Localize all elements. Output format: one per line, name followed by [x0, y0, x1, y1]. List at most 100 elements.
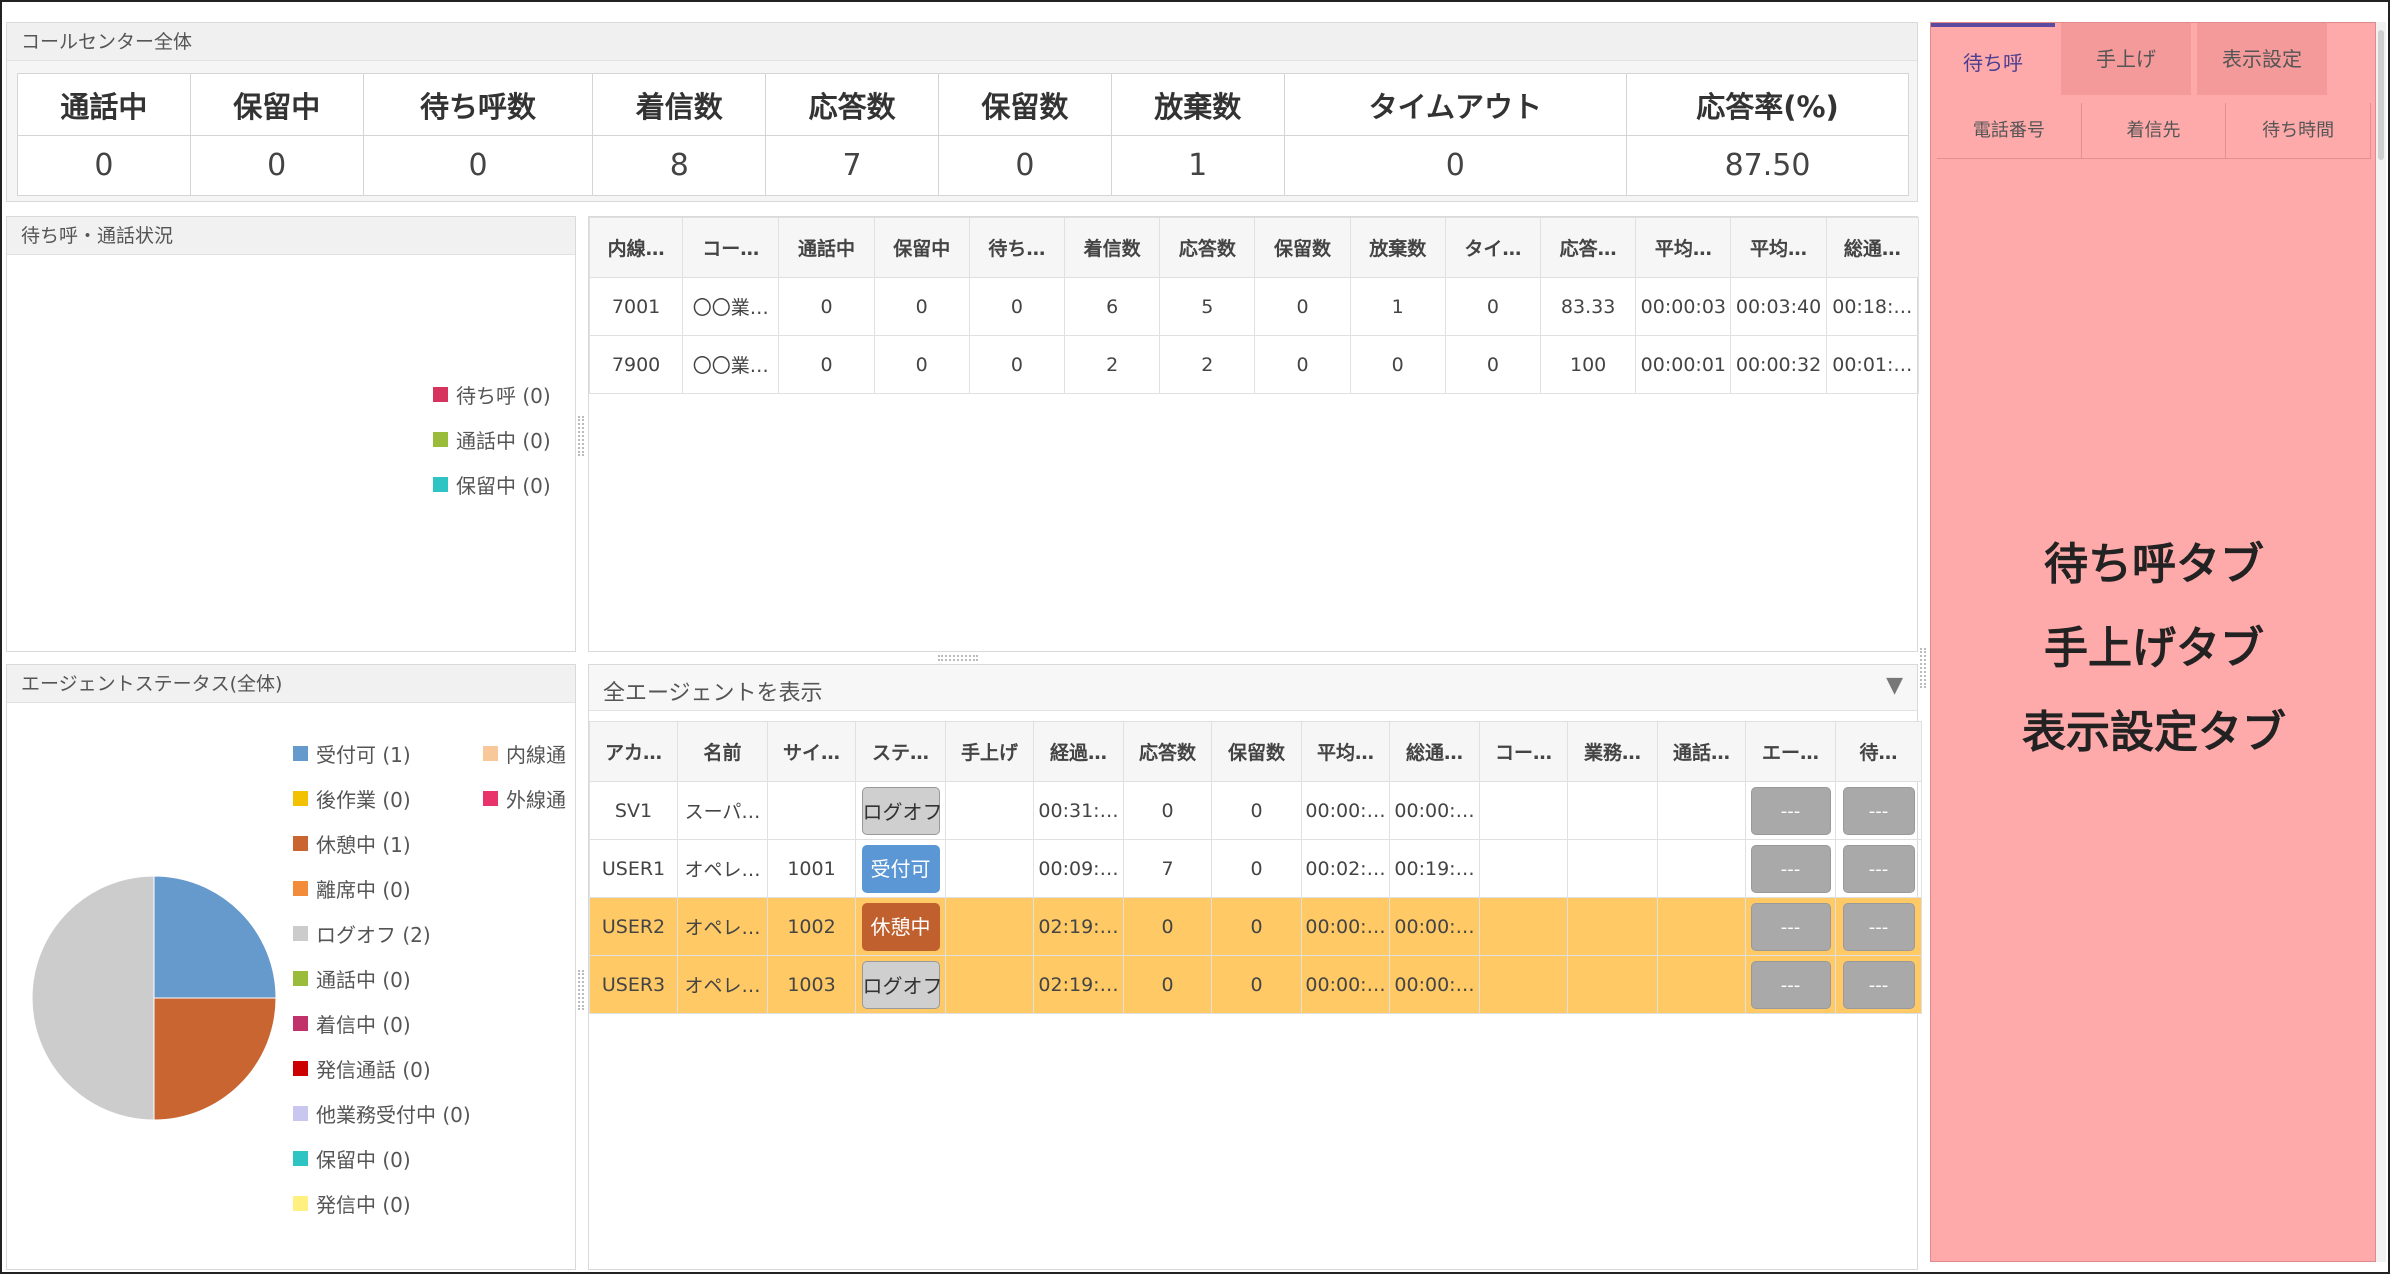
column-header[interactable]: 平均… [1730, 217, 1827, 278]
column-header[interactable]: 着信数 [1064, 217, 1161, 278]
legend-item-talking[interactable]: 通話中 (0) [433, 417, 551, 462]
column-header[interactable]: 平均… [1301, 721, 1390, 782]
legend-item[interactable]: 休憩中 (1) [293, 821, 471, 866]
agent-raise-hand [945, 955, 1034, 1014]
table-row[interactable]: 7900 〇〇業… 0 0 0 2 2 0 0 0 100 00:00:01 0… [588, 335, 1920, 394]
agent-wait-button[interactable]: --- [1842, 960, 1915, 1009]
agent-avg: 00:00:… [1301, 897, 1390, 956]
vertical-splitter-handle[interactable] [1920, 648, 1926, 688]
legend-item[interactable]: 着信中 (0) [293, 1001, 471, 1046]
column-header[interactable]: 手上げ [945, 721, 1034, 782]
scrollbar-thumb[interactable] [2378, 30, 2384, 160]
column-header[interactable]: 応答数 [1159, 217, 1256, 278]
agent-row[interactable]: USER3 オペレ… 1003 ログオフ 02:19:… 0 0 00:00:…… [589, 955, 1922, 1014]
annotation-line: 手上げタブ [2044, 623, 2264, 674]
pie-slice-休憩中[interactable] [153, 997, 277, 1121]
column-header[interactable]: 保留数 [1254, 217, 1351, 278]
tab-display-settings[interactable]: 表示設定 [2197, 23, 2327, 95]
column-header[interactable]: コー… [682, 217, 780, 278]
column-header[interactable]: 放棄数 [1349, 217, 1446, 278]
column-header[interactable]: 経過… [1033, 721, 1124, 782]
summary-header: 応答数 [765, 73, 939, 136]
legend-item[interactable]: 通話中 (0) [293, 956, 471, 1001]
pie-slice-ログオフ[interactable] [31, 875, 155, 1121]
agent-action-button[interactable]: --- [1750, 902, 1831, 951]
agent-wait-button[interactable]: --- [1842, 844, 1915, 893]
agent-filter-select[interactable]: 全エージェントを表示 ▼ [589, 665, 1917, 711]
legend-item[interactable]: ログオフ (2) [293, 911, 471, 956]
vertical-splitter-handle[interactable] [578, 416, 584, 456]
legend-item-waiting[interactable]: 待ち呼 (0) [433, 372, 551, 417]
column-header[interactable]: 保留中 [873, 217, 970, 278]
column-header[interactable]: 通話… [1657, 721, 1746, 782]
column-header[interactable]: 着信先 [2082, 103, 2227, 158]
horizontal-splitter-handle[interactable] [938, 655, 978, 661]
legend-item[interactable]: 発信中 (0) [293, 1181, 471, 1226]
legend-label: 通話中 (0) [456, 429, 551, 453]
column-header[interactable]: 応答… [1540, 217, 1637, 278]
tab-raise-hand[interactable]: 手上げ [2061, 23, 2191, 95]
tab-waiting-calls[interactable]: 待ち呼 [1931, 23, 2055, 95]
status-badge[interactable]: ログオフ [861, 960, 943, 1009]
pie-slice-受付可[interactable] [153, 875, 277, 999]
legend-item[interactable]: 後作業 (0) [293, 776, 471, 821]
legend-item[interactable]: 離席中 (0) [293, 866, 471, 911]
column-header[interactable]: 内線… [588, 217, 684, 278]
column-header[interactable]: 総通… [1825, 217, 1920, 278]
column-header[interactable]: 平均… [1635, 217, 1732, 278]
legend-item[interactable]: 外線通 [483, 776, 573, 821]
agent-action-button[interactable]: --- [1750, 844, 1831, 893]
agent-row[interactable]: SV1 スーパ… ログオフ 00:31:… 0 0 00:00:… 00:00:… [589, 781, 1922, 840]
status-badge[interactable]: ログオフ [861, 786, 943, 835]
column-header[interactable]: エー… [1745, 721, 1836, 782]
table-row[interactable]: 7001 〇〇業… 0 0 0 6 5 0 1 0 83.33 00:00:03… [588, 277, 1920, 336]
column-header[interactable]: 待ち… [968, 217, 1066, 278]
table-cell: 0 [1254, 277, 1351, 336]
column-header[interactable]: 電話番号 [1937, 103, 2082, 158]
column-header[interactable]: 応答数 [1123, 721, 1212, 782]
table-cell [1657, 839, 1746, 898]
legend-label: 他業務受付中 (0) [316, 1103, 471, 1127]
summary-value: 7 [765, 135, 939, 196]
legend-item[interactable]: 他業務受付中 (0) [293, 1091, 471, 1136]
agent-action-button[interactable]: --- [1750, 786, 1831, 835]
column-header[interactable]: コー… [1479, 721, 1568, 782]
agent-avg: 00:02:… [1301, 839, 1390, 898]
column-header[interactable]: タイ… [1444, 217, 1542, 278]
column-header[interactable]: 総通… [1389, 721, 1480, 782]
scrollbar-track[interactable] [2376, 22, 2386, 1262]
vertical-splitter-handle[interactable] [578, 970, 584, 1010]
column-header[interactable]: 業務… [1567, 721, 1658, 782]
legend-item[interactable]: 受付可 (1) [293, 731, 471, 776]
column-header[interactable]: 待… [1835, 721, 1922, 782]
agent-wait-button[interactable]: --- [1842, 786, 1915, 835]
column-header[interactable]: 待ち時間 [2226, 103, 2372, 158]
legend-item[interactable]: 保留中 (0) [293, 1136, 471, 1181]
table-cell: 0 [1444, 335, 1542, 394]
table-cell [1479, 839, 1568, 898]
table-cell: 7900 [588, 335, 684, 394]
right-side-panel: 待ち呼 手上げ 表示設定 電話番号 着信先 待ち時間 待ち呼タブ 手上げタブ 表… [1930, 22, 2376, 1262]
column-header[interactable]: ステ… [855, 721, 946, 782]
summary-header: 通話中 [17, 73, 191, 136]
agent-row[interactable]: USER2 オペレ… 1002 休憩中 02:19:… 0 0 00:00:… … [589, 897, 1922, 956]
column-header[interactable]: 名前 [677, 721, 768, 782]
agent-account: SV1 [589, 781, 678, 840]
legend-label: 着信中 (0) [316, 1013, 411, 1037]
agent-status-legend-col2: 内線通 外線通 [483, 731, 573, 821]
agent-elapsed: 00:31:… [1033, 781, 1124, 840]
status-badge[interactable]: 受付可 [861, 844, 940, 893]
column-header[interactable]: 保留数 [1211, 721, 1302, 782]
column-header[interactable]: サイ… [767, 721, 856, 782]
agent-row[interactable]: USER1 オペレ… 1001 受付可 00:09:… 7 0 00:02:… … [589, 839, 1922, 898]
legend-item[interactable]: 内線通 [483, 731, 573, 776]
column-header[interactable]: 通話中 [778, 217, 875, 278]
status-badge[interactable]: 休憩中 [861, 902, 940, 951]
legend-item[interactable]: 発信通話 (0) [293, 1046, 471, 1091]
dropdown-arrow-icon[interactable]: ▼ [1886, 673, 1903, 698]
agent-wait-button[interactable]: --- [1842, 902, 1915, 951]
column-header[interactable]: アカ… [589, 721, 678, 782]
table-cell: 00:00:32 [1730, 335, 1827, 394]
agent-action-button[interactable]: --- [1750, 960, 1831, 1009]
legend-item-hold[interactable]: 保留中 (0) [433, 462, 551, 507]
